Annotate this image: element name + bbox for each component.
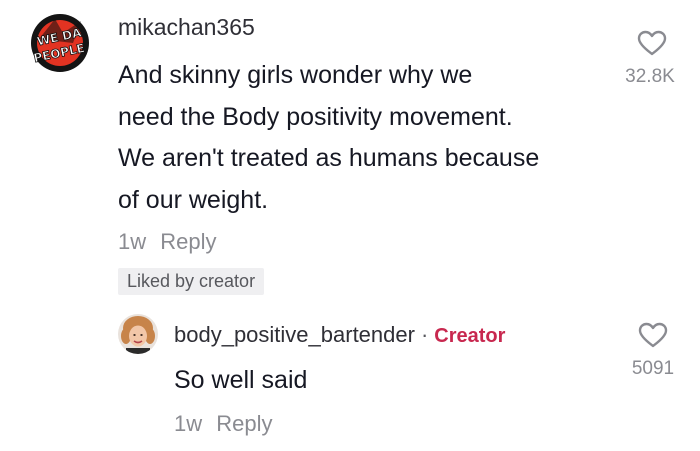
reply-timestamp: 1w xyxy=(174,411,203,436)
like-button[interactable] xyxy=(637,30,667,56)
comment-text-line: And skinny girls wonder why we xyxy=(118,61,473,89)
creator-tag: Creator xyxy=(434,325,506,347)
like-count: 32.8K xyxy=(625,66,675,87)
comment-text: And skinny girls wonder why we need the … xyxy=(118,55,618,221)
liked-by-creator-badge: Liked by creator xyxy=(118,268,265,295)
comment-text-line: of our weight. xyxy=(118,185,269,214)
heart-icon xyxy=(638,322,668,348)
comment-username[interactable]: mikachan365 xyxy=(118,14,255,41)
reply-button[interactable]: Reply xyxy=(216,411,272,436)
comment-text-line: need the Body positivity movement. xyxy=(118,102,513,131)
reply-username[interactable]: body_positive_bartender xyxy=(174,322,415,347)
like-count: 5091 xyxy=(631,358,675,379)
reply-meta: 1w Reply xyxy=(174,411,273,437)
reply-header: body_positive_bartender · Creator xyxy=(174,322,505,348)
avatar-photo-icon xyxy=(118,314,158,354)
comment-text-line: We aren't treated as humans because xyxy=(118,144,540,172)
reply-text: So well said xyxy=(174,366,308,394)
heart-icon xyxy=(637,30,667,56)
separator-dot: · xyxy=(420,322,429,347)
comment-meta: 1w Reply xyxy=(118,229,217,255)
avatar[interactable] xyxy=(118,314,158,354)
like-button[interactable] xyxy=(638,322,668,348)
reply-button[interactable]: Reply xyxy=(160,229,216,254)
avatar-logo-icon: WE DA PEOPLE xyxy=(31,14,89,72)
avatar[interactable]: WE DA PEOPLE xyxy=(25,13,95,73)
comment-timestamp: 1w xyxy=(118,229,147,254)
